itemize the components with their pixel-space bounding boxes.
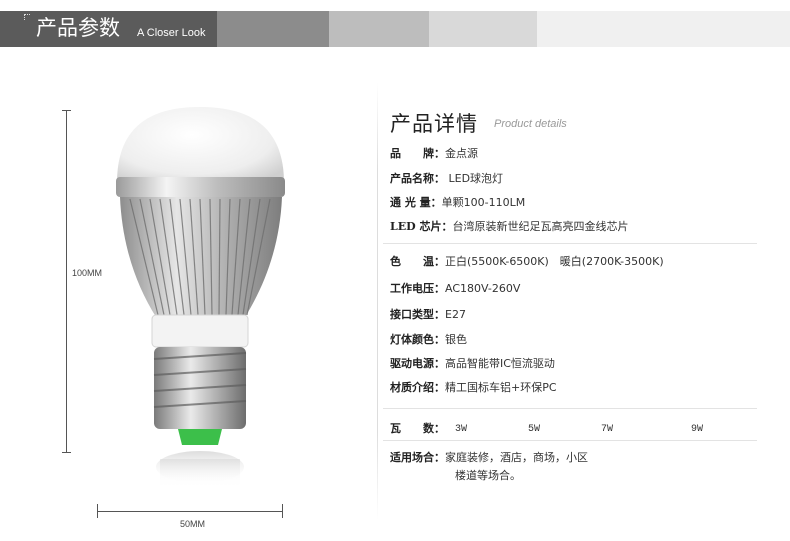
width-dimension-cap xyxy=(282,504,283,518)
led-bulb-image xyxy=(116,107,285,489)
spec-row-material: 材质介绍：精工国标车铝+环保PC xyxy=(390,381,557,394)
height-dimension-cap xyxy=(62,452,71,453)
wattage-value: 3W xyxy=(455,424,468,435)
panel-divider xyxy=(377,82,378,520)
spec-row-color-temp: 色 温：正白(5500K-6500K) 暖白(2700K-3500K) xyxy=(390,255,664,268)
divider xyxy=(383,408,757,409)
banner-title: 产品参数 xyxy=(36,16,120,40)
banner-segment xyxy=(429,11,537,47)
width-dimension-line xyxy=(97,511,283,512)
divider xyxy=(383,243,757,244)
spec-row-led-chip: LED 芯片：台湾原装新世纪足瓦高亮四金线芯片 xyxy=(390,220,629,233)
spec-row-voltage: 工作电压：AC180V-260V xyxy=(390,282,521,295)
width-label: 50MM xyxy=(180,519,206,529)
banner-segment xyxy=(217,11,329,47)
spec-row-application: 适用场合：家庭装修，酒店，商场，小区 xyxy=(390,451,588,464)
height-dimension-line xyxy=(66,110,67,453)
spec-row-luminous-flux: 通 光 量：单颗100-110LM xyxy=(390,196,526,209)
banner-segment xyxy=(329,11,429,47)
banner-segment xyxy=(537,11,790,47)
spec-row-wattage: 瓦 数： xyxy=(390,422,445,435)
height-label: 100MM xyxy=(72,268,103,278)
header-banner: 产品参数 A Closer Look xyxy=(0,11,790,47)
wattage-value: 5W xyxy=(528,424,541,435)
spec-row-driver: 驱动电源：高品智能带IC恒流驱动 xyxy=(390,357,555,370)
wattage-value: 9W xyxy=(691,424,704,435)
banner-subtitle: A Closer Look xyxy=(137,27,206,39)
details-subtitle: Product details xyxy=(494,118,567,130)
corner-mark-icon xyxy=(24,14,30,20)
spec-row-socket: 接口类型：E27 xyxy=(390,308,466,321)
spec-row-brand: 品 牌：金点源 xyxy=(390,147,478,160)
spec-row-body-color: 灯体颜色：银色 xyxy=(390,333,467,346)
spec-row-application-cont: 楼道等场合。 xyxy=(455,469,521,482)
spec-row-product-name: 产品名称： LED球泡灯 xyxy=(390,172,504,185)
height-dimension-cap xyxy=(62,110,71,111)
divider xyxy=(383,440,757,441)
wattage-value: 7W xyxy=(601,424,614,435)
width-dimension-cap xyxy=(97,504,98,518)
details-title: 产品详情 xyxy=(390,112,478,136)
